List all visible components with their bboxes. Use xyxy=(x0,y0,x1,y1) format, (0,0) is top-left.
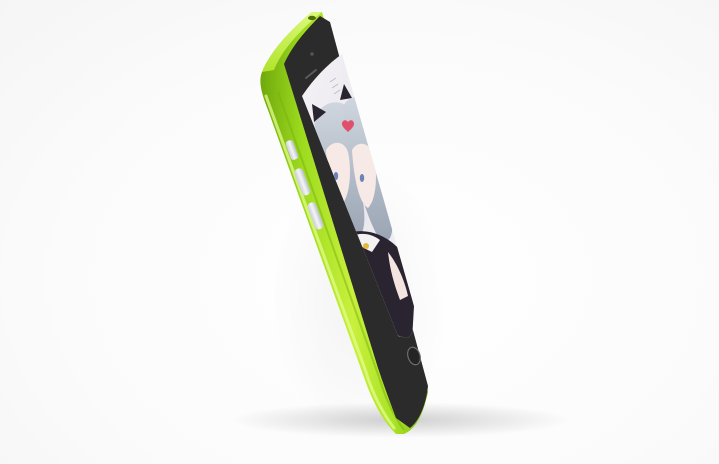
headphone-jack xyxy=(308,15,316,21)
front-camera-icon xyxy=(310,52,314,56)
phone-render xyxy=(230,12,570,440)
character-bell xyxy=(363,243,369,249)
character-right-eye xyxy=(359,174,365,182)
product-render-scene xyxy=(0,0,719,464)
